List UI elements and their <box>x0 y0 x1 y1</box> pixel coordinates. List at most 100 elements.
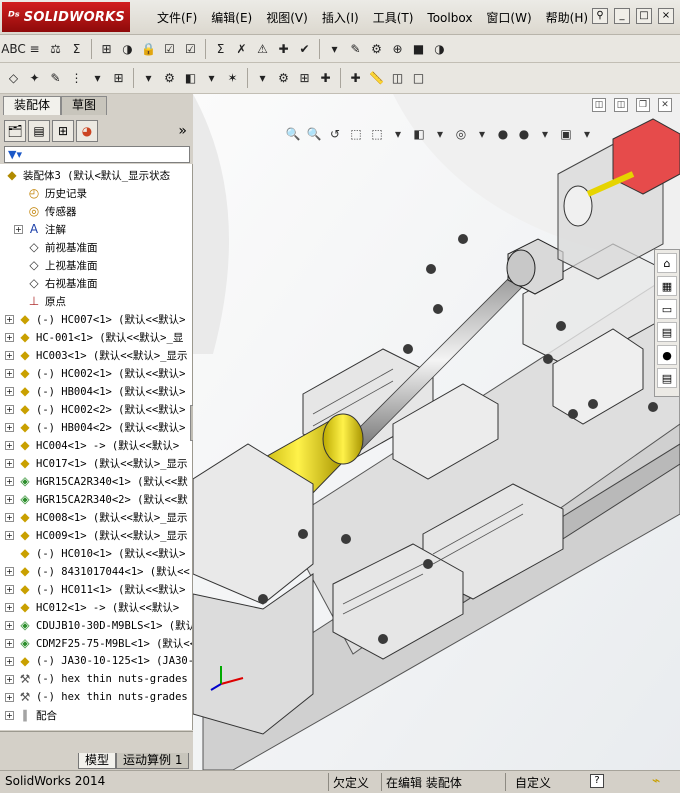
tree-item[interactable]: + ◆ (-) HC011<1> (默认<<默认> <box>0 580 192 598</box>
toolbar-row2-button-7[interactable]: ⚙ <box>160 69 179 88</box>
toolbar-row2-button-15[interactable]: ✚ <box>346 69 365 88</box>
view-tool-14[interactable]: ▾ <box>579 126 595 142</box>
expand-icon[interactable]: + <box>5 530 14 540</box>
tree-item[interactable]: + ◆ (-) HB004<2> (默认<<默认> <box>0 418 192 436</box>
viewport-control-0[interactable]: ◫ <box>592 98 606 112</box>
toolbar-row1-button-3[interactable]: Σ <box>67 39 86 58</box>
expand-icon[interactable]: + <box>5 368 14 378</box>
toolbar-row1-button-12[interactable]: ✚ <box>274 39 293 58</box>
tree-item[interactable]: + ◈ CDUJB10-30D-M9BLS<1> (默认< <box>0 616 192 634</box>
tree-item[interactable]: + ⚒ (-) hex thin nuts-grades <box>0 688 192 706</box>
property-manager-icon[interactable]: ▤ <box>28 120 50 142</box>
tree-item[interactable]: + A 注解 <box>0 220 192 238</box>
tab-model[interactable]: 模型 <box>78 753 117 769</box>
expand-icon[interactable]: + <box>5 566 14 576</box>
tree-item[interactable]: ◇ 上视基准面 <box>0 256 192 274</box>
close-button[interactable]: × <box>658 8 674 24</box>
view-tool-9[interactable]: ▾ <box>474 126 490 142</box>
view-tool-8[interactable]: ◎ <box>453 126 469 142</box>
tree-item[interactable]: + ◈ CDM2F25-75-M9BL<1> (默认<< <box>0 634 192 652</box>
file-explorer-icon[interactable]: ▭ <box>657 299 677 319</box>
configuration-manager-icon[interactable]: ⊞ <box>52 120 74 142</box>
menu-5[interactable]: Toolbox <box>420 9 479 27</box>
tree-filter[interactable]: ▼▾ <box>4 146 190 163</box>
tree-item[interactable]: + ◆ HC012<1> -> (默认<<默认> <box>0 598 192 616</box>
tree-item[interactable]: + ◆ (-) JA30-10-125<1> (JA30- <box>0 652 192 670</box>
menu-1[interactable]: 编辑(E) <box>204 9 259 27</box>
tree-item[interactable]: + ◆ HC008<1> (默认<<默认>_显示 <box>0 508 192 526</box>
tab-sketch[interactable]: 草图 <box>61 96 108 115</box>
view-tool-2[interactable]: ↺ <box>327 126 343 142</box>
toolbar-row2-button-5[interactable]: ⊞ <box>109 69 128 88</box>
toolbar-row1-button-5[interactable]: ◑ <box>118 39 137 58</box>
toolbar-row2-button-1[interactable]: ✦ <box>25 69 44 88</box>
view-tool-7[interactable]: ▾ <box>432 126 448 142</box>
toolbar-row1-button-7[interactable]: ☑ <box>160 39 179 58</box>
tree-item[interactable]: + ◆ (-) HC007<1> (默认<<默认> <box>0 310 192 328</box>
toolbar-row2-button-8[interactable]: ◧ <box>181 69 200 88</box>
tree-item[interactable]: ◴ 历史记录 <box>0 184 192 202</box>
tree-item[interactable]: + ⚒ (-) hex thin nuts-grades <box>0 670 192 688</box>
expand-icon[interactable]: + <box>5 386 14 396</box>
expand-icon[interactable]: + <box>5 710 14 720</box>
view-tool-4[interactable]: ⬚ <box>369 126 385 142</box>
tab-assembly[interactable]: 装配体 <box>3 96 62 115</box>
tree-item[interactable]: + ◆ HC-001<1> (默认<<默认>_显 <box>0 328 192 346</box>
toolbar-row1-button-6[interactable]: 🔒 <box>139 39 158 58</box>
expand-icon[interactable]: + <box>5 638 14 648</box>
tag-icon[interactable]: ⌁ <box>652 773 660 789</box>
toolbar-row1-button-10[interactable]: ✗ <box>232 39 251 58</box>
menu-7[interactable]: 帮助(H) <box>539 9 595 27</box>
toolbar-row2-button-3[interactable]: ⋮ <box>67 69 86 88</box>
tree-item[interactable]: + ◆ (-) HC002<2> (默认<<默认> <box>0 400 192 418</box>
tree-item[interactable]: + ◆ (-) 8431017044<1> (默认<< <box>0 562 192 580</box>
expand-icon[interactable]: + <box>5 404 14 414</box>
tab-motion-study[interactable]: 运动算例 1 <box>116 753 190 769</box>
toolbar-row1-button-4[interactable]: ⊞ <box>97 39 116 58</box>
view-tool-11[interactable]: ● <box>516 126 532 142</box>
feature-tree-icon[interactable]: 🗂 <box>4 120 26 142</box>
design-library-icon[interactable]: ▦ <box>657 276 677 296</box>
tree-item[interactable]: + ◆ HC004<1> -> (默认<<默认> <box>0 436 192 454</box>
expand-icon[interactable]: + <box>5 332 14 342</box>
expand-icon[interactable]: + <box>5 674 14 684</box>
tree-item[interactable]: ◆ (-) HC010<1> (默认<<默认> <box>0 544 192 562</box>
toolbar-row2-button-0[interactable]: ◇ <box>4 69 23 88</box>
expand-icon[interactable]: + <box>5 656 14 666</box>
viewport-control-3[interactable]: ✕ <box>658 98 672 112</box>
expand-icon[interactable]: + <box>14 224 23 234</box>
expand-icon[interactable]: + <box>5 440 14 450</box>
toolbar-row1-button-18[interactable]: ■ <box>409 39 428 58</box>
expand-icon[interactable]: + <box>5 494 14 504</box>
toolbar-row1-button-0[interactable]: ABC <box>1 39 26 58</box>
home-icon[interactable]: ⌂ <box>657 253 677 273</box>
solidworks-logo[interactable]: ᴰˢ SOLIDWORKS <box>2 2 130 32</box>
display-manager-icon[interactable]: ◕ <box>76 120 98 142</box>
expand-icon[interactable]: + <box>5 692 14 702</box>
menu-6[interactable]: 窗口(W) <box>479 9 538 27</box>
toolbar-row2-button-4[interactable]: ▾ <box>88 69 107 88</box>
tree-item[interactable]: + ∥ 配合 <box>0 706 192 724</box>
view-tool-0[interactable]: 🔍 <box>285 126 301 142</box>
view-tool-1[interactable]: 🔍 <box>306 126 322 142</box>
menu-4[interactable]: 工具(T) <box>366 9 421 27</box>
expand-icon[interactable]: + <box>5 512 14 522</box>
minimize-button[interactable]: _ <box>614 8 630 24</box>
tree-item[interactable]: ◇ 右视基准面 <box>0 274 192 292</box>
toolbar-row2-button-13[interactable]: ⊞ <box>295 69 314 88</box>
tree-root[interactable]: ◆ 装配体3 (默认<默认_显示状态 <box>0 166 192 184</box>
tree-item[interactable]: ◎ 传感器 <box>0 202 192 220</box>
menu-3[interactable]: 插入(I) <box>315 9 366 27</box>
toolbar-row1-button-13[interactable]: ✔ <box>295 39 314 58</box>
view-tool-10[interactable]: ● <box>495 126 511 142</box>
view-tool-5[interactable]: ▾ <box>390 126 406 142</box>
view-tool-12[interactable]: ▾ <box>537 126 553 142</box>
help-icon[interactable]: ? <box>590 774 604 788</box>
toolbar-row2-button-14[interactable]: ✚ <box>316 69 335 88</box>
view-tool-13[interactable]: ▣ <box>558 126 574 142</box>
tree-item[interactable]: + ◆ (-) HC002<1> (默认<<默认> <box>0 364 192 382</box>
toolbar-row1-button-8[interactable]: ☑ <box>181 39 200 58</box>
toolbar-row1-button-19[interactable]: ◑ <box>430 39 449 58</box>
menu-2[interactable]: 视图(V) <box>259 9 315 27</box>
viewport-control-1[interactable]: ◫ <box>614 98 628 112</box>
